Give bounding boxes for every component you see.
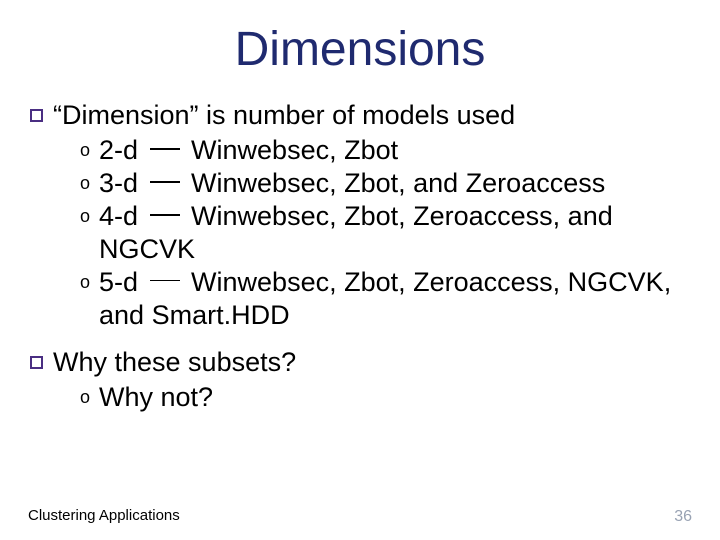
sub-pre: 3-d xyxy=(99,168,146,198)
circle-bullet-icon: o xyxy=(80,167,90,200)
sub-pre: 4-d xyxy=(99,201,146,231)
slide-number: 36 xyxy=(674,508,692,526)
sub-bullet-text: 2-d Winwebsec, Zbot xyxy=(99,134,692,167)
bullet-level2: o 2-d Winwebsec, Zbot xyxy=(80,134,692,167)
emdash-icon xyxy=(150,280,180,282)
square-bullet-icon xyxy=(30,109,43,122)
footer-topic: Clustering Applications xyxy=(28,507,180,524)
sub-pre: 2-d xyxy=(99,135,146,165)
sub-bullet-text: 4-d Winwebsec, Zbot, Zeroaccess, and NGC… xyxy=(99,200,692,266)
circle-bullet-icon: o xyxy=(80,200,90,233)
bullet-level2: o 4-d Winwebsec, Zbot, Zeroaccess, and N… xyxy=(80,200,692,266)
bullet-level2: o 5-d Winwebsec, Zbot, Zeroaccess, NGCVK… xyxy=(80,266,692,332)
sub-post: Winwebsec, Zbot, Zeroaccess, and NGCVK xyxy=(99,201,613,264)
sub-pre: 5-d xyxy=(99,267,146,297)
emdash-icon xyxy=(150,181,180,183)
sub-list: o 2-d Winwebsec, Zbot o 3-d Winwebsec, Z… xyxy=(80,134,692,332)
circle-bullet-icon: o xyxy=(80,381,90,414)
square-bullet-icon xyxy=(30,356,43,369)
sub-bullet-text: 5-d Winwebsec, Zbot, Zeroaccess, NGCVK, … xyxy=(99,266,692,332)
bullet-level1: “Dimension” is number of models used xyxy=(30,99,692,132)
sub-post: Winwebsec, Zbot, Zeroaccess, NGCVK, and … xyxy=(99,267,671,330)
sub-post: Winwebsec, Zbot, and Zeroaccess xyxy=(184,168,606,198)
circle-bullet-icon: o xyxy=(80,266,90,299)
bullet-level2: o Why not? xyxy=(80,381,692,414)
circle-bullet-icon: o xyxy=(80,134,90,167)
bullet-level1: Why these subsets? xyxy=(30,346,692,379)
sub-list: o Why not? xyxy=(80,381,692,414)
bullet-text: “Dimension” is number of models used xyxy=(53,99,692,132)
sub-bullet-text: 3-d Winwebsec, Zbot, and Zeroaccess xyxy=(99,167,692,200)
slide-title: Dimensions xyxy=(28,22,692,77)
emdash-icon xyxy=(150,148,180,150)
emdash-icon xyxy=(150,214,180,216)
sub-post: Winwebsec, Zbot xyxy=(184,135,399,165)
bullet-level2: o 3-d Winwebsec, Zbot, and Zeroaccess xyxy=(80,167,692,200)
bullet-text: Why these subsets? xyxy=(53,346,692,379)
sub-bullet-text: Why not? xyxy=(99,381,692,414)
slide-body: “Dimension” is number of models used o 2… xyxy=(28,99,692,414)
